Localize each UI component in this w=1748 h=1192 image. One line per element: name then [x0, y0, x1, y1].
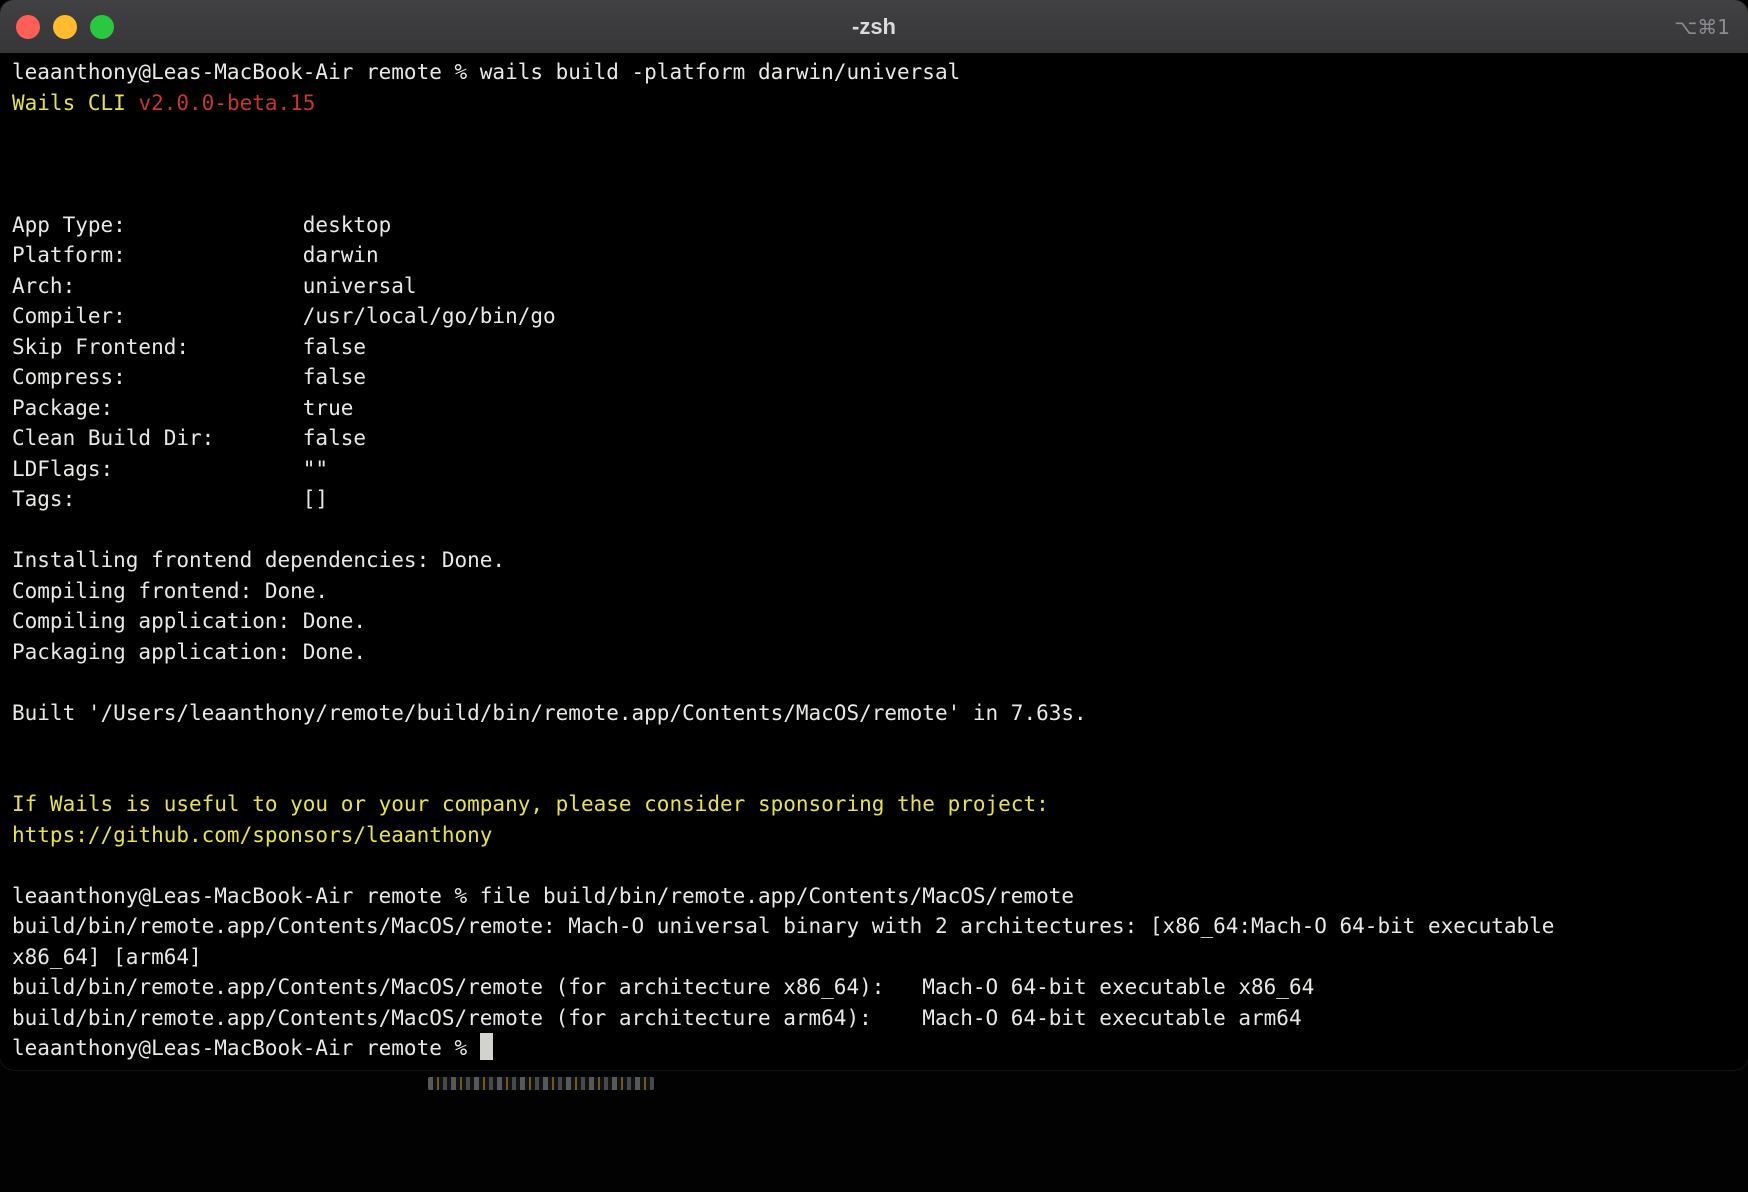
terminal-line [12, 667, 1736, 698]
terminal-text-segment: Compress: false [12, 365, 366, 389]
terminal-cursor [480, 1033, 493, 1060]
close-button[interactable] [16, 15, 40, 39]
terminal-text-segment: build/bin/remote.app/Contents/MacOS/remo… [12, 1006, 1302, 1030]
terminal-line: App Type: desktop [12, 210, 1736, 241]
terminal-line [12, 515, 1736, 546]
terminal-text-segment: https://github.com/sponsors/leaanthony [12, 823, 492, 847]
terminal-line: Compiler: /usr/local/go/bin/go [12, 301, 1736, 332]
terminal-line [12, 728, 1736, 759]
terminal-line: If Wails is useful to you or your compan… [12, 789, 1736, 820]
window-title: -zsh [0, 14, 1748, 40]
terminal-text-segment: Wails CLI [12, 91, 138, 115]
terminal-line: LDFlags: "" [12, 454, 1736, 485]
terminal-text-segment: build/bin/remote.app/Contents/MacOS/remo… [12, 975, 1314, 999]
terminal-text-segment: build/bin/remote.app/Contents/MacOS/remo… [12, 914, 1554, 938]
terminal-text-segment: LDFlags: "" [12, 457, 328, 481]
background-artifact [428, 1077, 654, 1090]
terminal-line: build/bin/remote.app/Contents/MacOS/remo… [12, 972, 1736, 1003]
terminal-line: Package: true [12, 393, 1736, 424]
terminal-window: -zsh ⌥⌘1 leaanthony@Leas-MacBook-Air rem… [0, 0, 1748, 1070]
terminal-line: build/bin/remote.app/Contents/MacOS/remo… [12, 911, 1736, 942]
terminal-line: Packaging application: Done. [12, 637, 1736, 668]
terminal-line: Installing frontend dependencies: Done. [12, 545, 1736, 576]
terminal-output[interactable]: leaanthony@Leas-MacBook-Air remote % wai… [0, 54, 1748, 1064]
terminal-text-segment: Compiler: /usr/local/go/bin/go [12, 304, 556, 328]
terminal-text-segment: Clean Build Dir: false [12, 426, 366, 450]
terminal-line: Arch: universal [12, 271, 1736, 302]
minimize-button[interactable] [53, 15, 77, 39]
terminal-text-segment: leaanthony@Leas-MacBook-Air remote % fil… [12, 884, 1074, 908]
terminal-text-segment: x86_64] [arm64] [12, 945, 202, 969]
terminal-line [12, 179, 1736, 210]
terminal-text-segment: Packaging application: Done. [12, 640, 366, 664]
terminal-line: leaanthony@Leas-MacBook-Air remote % fil… [12, 881, 1736, 912]
terminal-line: Wails CLI v2.0.0-beta.15 [12, 88, 1736, 119]
terminal-text-segment: Platform: darwin [12, 243, 379, 267]
terminal-line: leaanthony@Leas-MacBook-Air remote % [12, 1033, 1736, 1064]
terminal-line: Compiling frontend: Done. [12, 576, 1736, 607]
terminal-line: x86_64] [arm64] [12, 942, 1736, 973]
traffic-lights [0, 15, 114, 39]
terminal-text-segment: App Type: desktop [12, 213, 391, 237]
terminal-line: Compress: false [12, 362, 1736, 393]
terminal-line [12, 118, 1736, 149]
terminal-line: Platform: darwin [12, 240, 1736, 271]
terminal-text-segment: Compiling frontend: Done. [12, 579, 328, 603]
terminal-text-segment: Arch: universal [12, 274, 417, 298]
terminal-line: Tags: [] [12, 484, 1736, 515]
terminal-text-segment: Skip Frontend: false [12, 335, 366, 359]
terminal-text-segment: Built '/Users/leaanthony/remote/build/bi… [12, 701, 1087, 725]
terminal-text-segment: leaanthony@Leas-MacBook-Air remote % [12, 1036, 480, 1060]
terminal-line: leaanthony@Leas-MacBook-Air remote % wai… [12, 57, 1736, 88]
terminal-text-segment: Tags: [] [12, 487, 328, 511]
zoom-button[interactable] [90, 15, 114, 39]
terminal-text-segment: Package: true [12, 396, 353, 420]
terminal-line: build/bin/remote.app/Contents/MacOS/remo… [12, 1003, 1736, 1034]
terminal-text-segment: Compiling application: Done. [12, 609, 366, 633]
terminal-text-segment: Installing frontend dependencies: Done. [12, 548, 505, 572]
terminal-text-segment: v2.0.0-beta.15 [138, 91, 315, 115]
terminal-line: Skip Frontend: false [12, 332, 1736, 363]
terminal-line [12, 850, 1736, 881]
terminal-line [12, 759, 1736, 790]
terminal-text-segment: If Wails is useful to you or your compan… [12, 792, 1049, 816]
terminal-line: https://github.com/sponsors/leaanthony [12, 820, 1736, 851]
terminal-text-segment: leaanthony@Leas-MacBook-Air remote % wai… [12, 60, 960, 84]
terminal-line: Compiling application: Done. [12, 606, 1736, 637]
terminal-line [12, 149, 1736, 180]
terminal-line: Built '/Users/leaanthony/remote/build/bi… [12, 698, 1736, 729]
terminal-line: Clean Build Dir: false [12, 423, 1736, 454]
titlebar[interactable]: -zsh ⌥⌘1 [0, 0, 1748, 54]
tab-shortcut-label: ⌥⌘1 [1674, 15, 1730, 39]
